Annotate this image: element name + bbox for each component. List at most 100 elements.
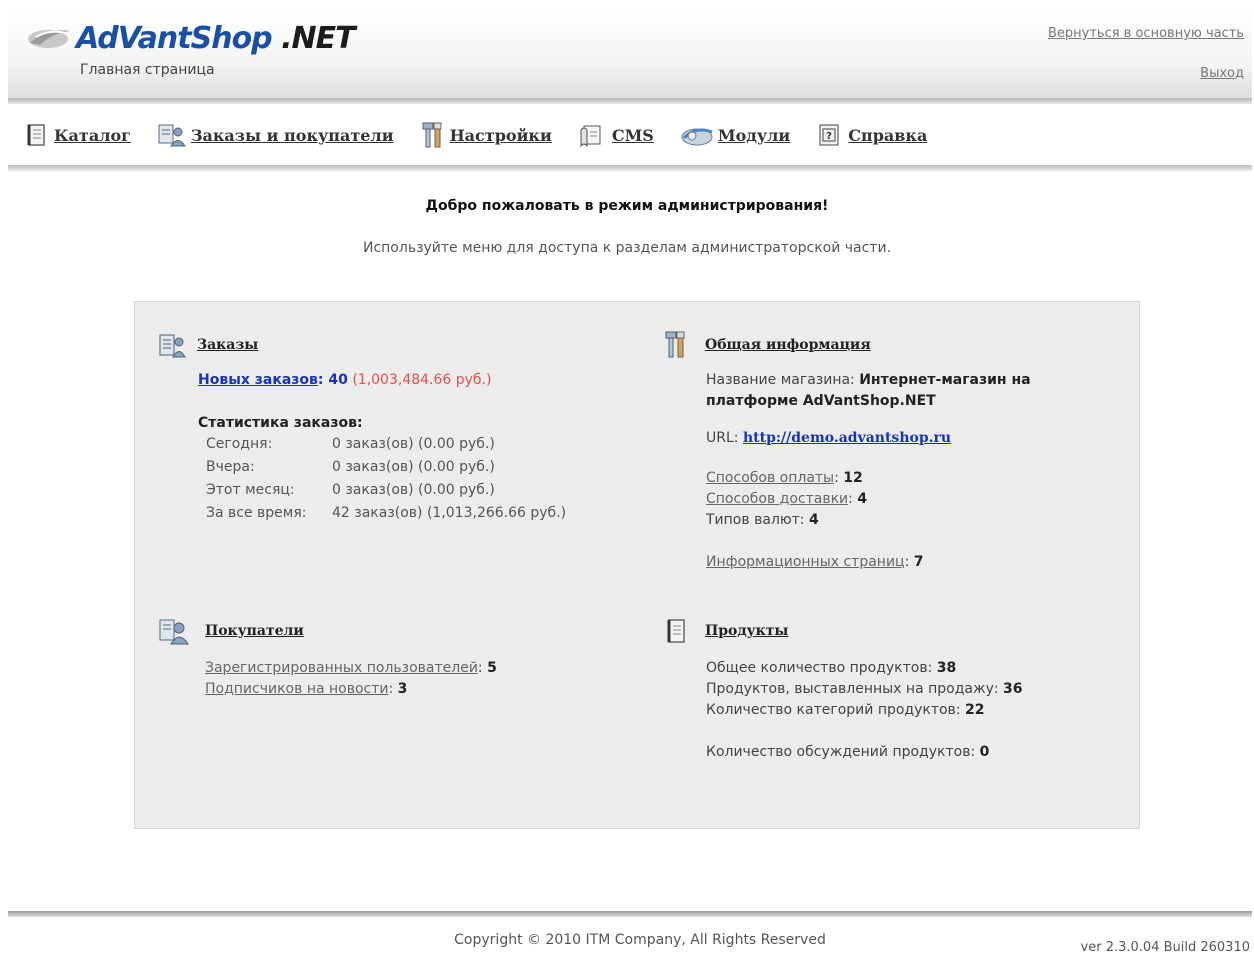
version-text: ver 2.3.0.04 Build 260310 <box>1080 940 1250 955</box>
order-stats: Статистика заказов: Сегодня: 0 заказ(ов)… <box>198 413 582 526</box>
delivery-methods-link[interactable]: Способов доставки <box>706 491 848 507</box>
categories-label: Количество категорий продуктов: <box>706 702 961 718</box>
categories-count: 22 <box>964 702 985 718</box>
customers-title-link[interactable]: Покупатели <box>205 623 304 639</box>
stats-value: 0 заказ(ов) (0.00 руб.) <box>332 459 495 475</box>
new-orders-colon: : <box>317 372 329 388</box>
footer-divider <box>8 911 1252 917</box>
menu-item-catalog-label: Каталог <box>54 125 131 145</box>
products-title-link[interactable]: Продукты <box>705 623 788 639</box>
menu-item-orders-customers[interactable]: Заказы и покупатели <box>157 121 394 149</box>
table-row: Этот месяц: 0 заказ(ов) (0.00 руб.) <box>198 480 582 503</box>
currency-types-count: 4 <box>808 512 819 528</box>
store-url-link[interactable]: http://demo.advantshop.ru <box>743 430 951 446</box>
payment-methods-count: 12 <box>843 470 863 486</box>
order-stats-table: Сегодня: 0 заказ(ов) (0.00 руб.) Вчера: … <box>198 434 582 526</box>
back-to-store-link[interactable]: Вернуться в основную часть <box>1048 26 1244 41</box>
main-menu: Каталог Заказы и покупатели Настройки CM… <box>24 118 953 152</box>
delivery-line: Способов доставки: 4 <box>706 491 868 507</box>
stats-value: 0 заказ(ов) (0.00 руб.) <box>332 436 495 452</box>
store-name-line: Название магазина: Интернет-магазин на п… <box>706 370 1116 412</box>
menu-item-cms[interactable]: CMS <box>578 122 654 148</box>
stats-period: Этот месяц: <box>206 482 295 498</box>
products-icon <box>667 619 685 643</box>
logo-swoosh-icon <box>28 30 70 48</box>
header-divider <box>8 98 1252 104</box>
products-total-count: 38 <box>936 660 957 676</box>
customers-icon <box>159 619 189 645</box>
welcome-title: Добро пожаловать в режим администрирован… <box>425 198 829 214</box>
dashboard-panel: Заказы Новых заказов: 40 (1,003,484.66 р… <box>134 301 1140 829</box>
menu-item-settings-label: Настройки <box>449 125 552 145</box>
logo-text-part1: AdVantShop <box>76 20 273 56</box>
payment-line: Способов оплаты: 12 <box>706 470 863 486</box>
reviews-count: 0 <box>979 744 990 760</box>
url-label: URL: <box>706 430 739 446</box>
currency-line: Типов валют: 4 <box>706 510 867 531</box>
welcome-hint: Используйте меню для доступа к разделам … <box>362 240 892 256</box>
products-on-sale-line: Продуктов, выставленных на продажу: 36 <box>706 679 1023 700</box>
info-pages-link[interactable]: Информационных страниц <box>706 554 905 570</box>
store-name-label: Название магазина: <box>706 372 855 388</box>
registered-line: Зарегистрированных пользователей: 5 <box>205 660 497 676</box>
stats-period: Сегодня: <box>206 436 273 452</box>
menu-item-modules-label: Модули <box>717 125 791 145</box>
menu-item-settings[interactable]: Настройки <box>420 121 552 149</box>
products-on-sale-label: Продуктов, выставленных на продажу: <box>706 681 999 697</box>
menu-item-help-label: Справка <box>848 125 928 145</box>
copyright-text: Copyright © 2010 ITM Company, All Rights… <box>454 932 826 948</box>
settings-icon <box>665 331 685 358</box>
url-line: URL: http://demo.advantshop.ru <box>706 428 951 449</box>
products-on-sale-count: 36 <box>1003 681 1023 697</box>
modules-icon <box>681 128 713 146</box>
products-total-label: Общее количество продуктов: <box>706 660 933 676</box>
catalog-icon <box>27 124 45 146</box>
payment-methods-link[interactable]: Способов оплаты <box>706 470 834 486</box>
menu-item-help[interactable]: ? Справка <box>816 121 927 149</box>
customers-counts: Зарегистрированных пользователей: 5 Подп… <box>205 658 497 700</box>
orders-customers-icon <box>158 124 186 147</box>
subscribers-line: Подписчиков на новости: 3 <box>205 681 408 697</box>
general-title-link[interactable]: Общая информация <box>705 337 871 353</box>
info-pages-line: Информационных страниц: 7 <box>706 554 924 570</box>
products-section-header: Продукты <box>663 616 788 646</box>
reviews-line: Количество обсуждений продуктов: 0 <box>706 742 989 763</box>
new-orders-count: 40 <box>328 372 348 388</box>
products-total-line: Общее количество продуктов: 38 <box>706 658 1023 679</box>
logout-link[interactable]: Выход <box>1200 66 1244 81</box>
categories-line: Количество категорий продуктов: 22 <box>706 700 1023 721</box>
menu-item-orders-customers-label: Заказы и покупатели <box>190 125 394 145</box>
table-row: Вчера: 0 заказ(ов) (0.00 руб.) <box>198 457 582 480</box>
subscribers-count: 3 <box>397 681 408 697</box>
registered-users-count: 5 <box>487 660 497 676</box>
menu-item-catalog[interactable]: Каталог <box>24 122 131 148</box>
table-row: Сегодня: 0 заказ(ов) (0.00 руб.) <box>198 434 582 457</box>
table-row: За все время: 42 заказ(ов) (1,013,266.66… <box>198 503 582 526</box>
stats-value: 0 заказ(ов) (0.00 руб.) <box>332 482 495 498</box>
currency-types-label: Типов валют: <box>706 512 805 528</box>
registered-users-link[interactable]: Зарегистрированных пользователей <box>205 660 478 676</box>
logo-text: AdVantShop .NET <box>76 20 356 56</box>
delivery-methods-count: 4 <box>857 491 868 507</box>
customers-section-header: Покупатели <box>157 616 304 646</box>
logo[interactable]: AdVantShop .NET <box>26 18 356 58</box>
page-subtitle: Главная страница <box>80 62 215 78</box>
help-icon: ? <box>819 124 839 146</box>
orders-title-link[interactable]: Заказы <box>197 337 258 353</box>
orders-icon <box>159 334 186 358</box>
svg-text:?: ? <box>826 131 832 142</box>
products-counts: Общее количество продуктов: 38 Продуктов… <box>706 658 1023 721</box>
menu-divider <box>8 165 1252 171</box>
new-orders-link[interactable]: Новых заказов <box>198 372 318 388</box>
orders-section-header: Заказы <box>157 330 258 360</box>
store-counts: Способов оплаты: 12 Способов доставки: 4… <box>706 468 867 531</box>
logo-text-part2: .NET <box>281 20 355 56</box>
menu-item-cms-label: CMS <box>611 125 654 145</box>
menu-item-modules[interactable]: Модули <box>680 122 790 148</box>
new-orders-line: Новых заказов: 40 (1,003,484.66 руб.) <box>198 370 491 391</box>
cms-icon <box>580 125 601 148</box>
stats-value: 42 заказ(ов) (1,013,266.66 руб.) <box>332 505 567 521</box>
stats-period: За все время: <box>206 505 307 521</box>
subscribers-link[interactable]: Подписчиков на новости <box>205 681 388 697</box>
settings-icon <box>422 122 442 148</box>
